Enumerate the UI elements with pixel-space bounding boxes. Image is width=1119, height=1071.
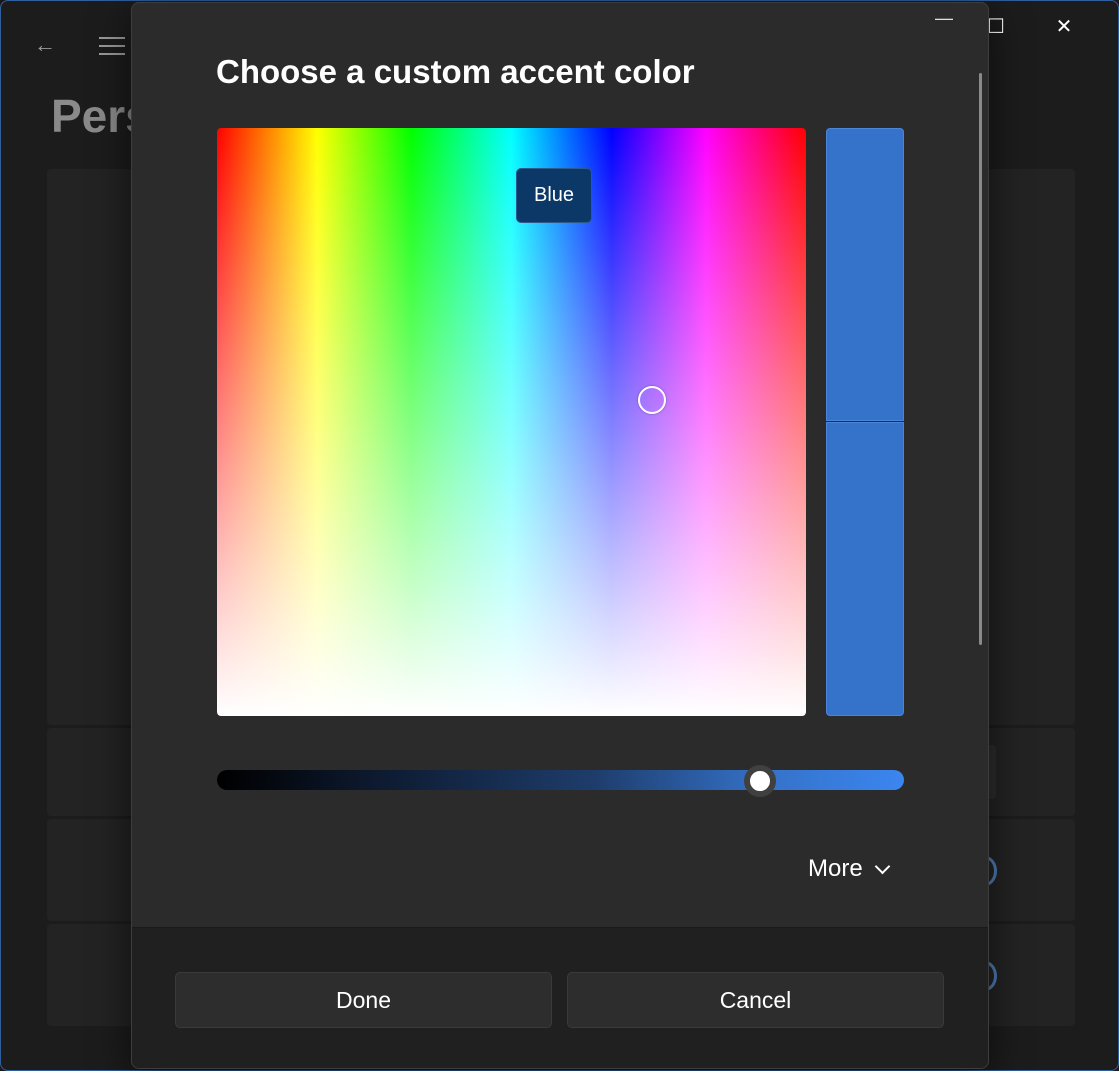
hamburger-menu-icon[interactable] (99, 31, 129, 59)
accent-color-dialog: — Choose a custom accent color Blue More… (131, 2, 989, 1069)
chevron-down-icon (874, 858, 890, 874)
new-color-preview (826, 128, 904, 421)
previous-color-preview (826, 422, 904, 716)
done-button[interactable]: Done (175, 972, 552, 1028)
dialog-title: Choose a custom accent color (216, 53, 695, 90)
back-arrow-icon[interactable]: ← (31, 31, 59, 59)
more-button[interactable]: More (808, 849, 918, 889)
color-name-tooltip: Blue (516, 168, 592, 223)
scrollbar[interactable] (979, 73, 982, 645)
brightness-slider-track[interactable] (217, 770, 904, 790)
more-label: More (808, 855, 863, 882)
cancel-button[interactable]: Cancel (567, 972, 944, 1028)
spectrum-selection-ring[interactable] (638, 386, 666, 414)
color-spectrum[interactable] (217, 128, 806, 716)
brightness-slider-thumb[interactable] (743, 765, 776, 797)
dialog-minimize-button[interactable]: — (934, 9, 954, 31)
close-button[interactable]: ✕ (1030, 13, 1098, 41)
dialog-footer: Done Cancel (132, 927, 988, 1068)
